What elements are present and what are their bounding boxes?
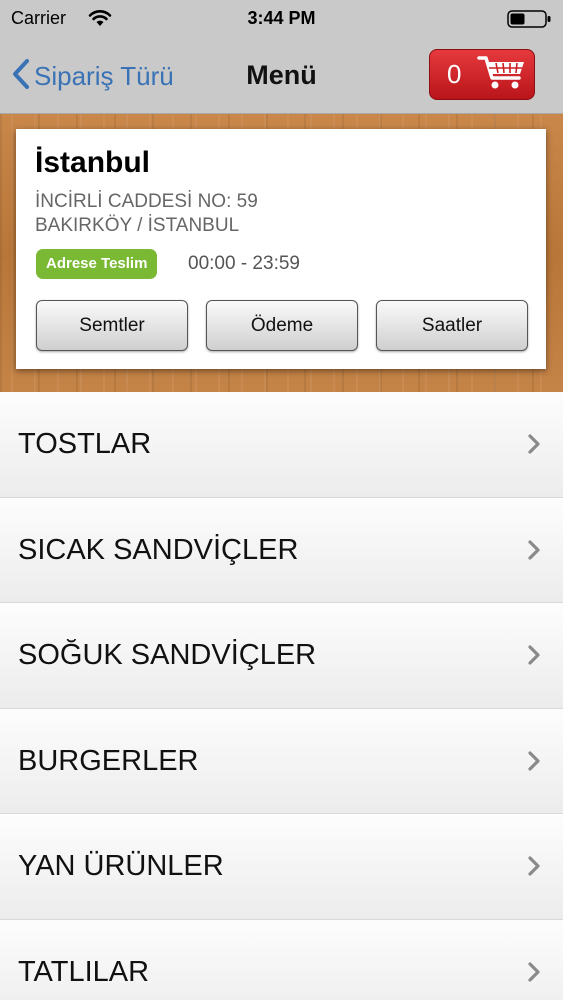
branch-address-line2: BAKIRKÖY / İSTANBUL (35, 215, 240, 236)
chevron-right-icon (527, 961, 541, 988)
category-label: SICAK SANDVİÇLER (18, 533, 299, 566)
chevron-right-icon (527, 539, 541, 566)
category-label: TOSTLAR (18, 428, 152, 460)
category-item-soguk-sandvicler[interactable]: SOĞUK SANDVİÇLER (0, 603, 563, 709)
hours-button[interactable]: Saatler (376, 300, 528, 351)
branch-address-line1: İNCİRLİ CADDESİ NO: 59 (35, 191, 258, 212)
back-button-label: Sipariş Türü (34, 60, 174, 91)
chevron-right-icon (527, 750, 541, 777)
category-item-tostlar[interactable]: TOSTLAR (0, 392, 563, 498)
cart-count: 0 (447, 59, 462, 89)
battery-icon (507, 10, 552, 28)
cart-button[interactable]: 0 (429, 49, 535, 100)
branch-name: İstanbul (35, 146, 151, 179)
category-label: BURGERLER (18, 744, 199, 777)
payment-button[interactable]: Ödeme (206, 300, 358, 351)
chevron-right-icon (527, 855, 541, 882)
category-item-tatlilar[interactable]: TATLILAR (0, 919, 563, 1000)
chevron-left-icon (12, 58, 30, 95)
category-label: YAN ÜRÜNLER (18, 850, 224, 882)
category-label: SOĞUK SANDVİÇLER (18, 639, 317, 671)
delivery-type-badge: Adrese Teslim (36, 249, 158, 279)
status-bar: Carrier 3:44 PM (0, 0, 563, 38)
branch-info-card: İstanbul İNCİRLİ CADDESİ NO: 59 BAKIRKÖY… (16, 129, 546, 369)
status-time: 3:44 PM (247, 8, 316, 28)
chevron-right-icon (527, 433, 541, 460)
working-hours: 00:00 - 23:59 (188, 253, 300, 274)
navigation-bar: Sipariş Türü Menü 0 (0, 38, 563, 114)
chevron-right-icon (527, 644, 541, 671)
category-item-yan-urunler[interactable]: YAN ÜRÜNLER (0, 814, 563, 920)
menu-category-list: TOSTLAR SICAK SANDVİÇLER SOĞUK SANDVİÇLE… (0, 392, 563, 1000)
back-button[interactable]: Sipariş Türü (12, 56, 174, 96)
districts-button[interactable]: Semtler (36, 300, 188, 351)
shopping-cart-icon (477, 54, 527, 95)
category-item-sicak-sandvicler[interactable]: SICAK SANDVİÇLER (0, 497, 563, 603)
category-label: TATLILAR (18, 955, 150, 988)
category-item-burgerler[interactable]: BURGERLER (0, 708, 563, 814)
branch-header-background: İstanbul İNCİRLİ CADDESİ NO: 59 BAKIRKÖY… (0, 114, 563, 392)
